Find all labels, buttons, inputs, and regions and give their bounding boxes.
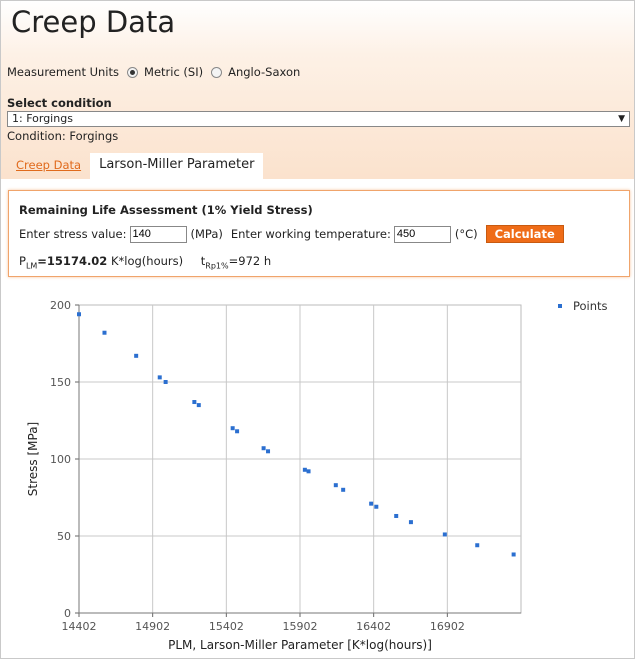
tab-creep-data[interactable]: Creep Data (7, 153, 90, 179)
data-point (306, 469, 311, 474)
y-axis-label: Stress [MPa] (26, 422, 40, 496)
plm-symbol: P (19, 254, 26, 268)
data-point (134, 353, 139, 358)
calculate-button[interactable]: Calculate (485, 225, 564, 243)
data-point (235, 429, 240, 434)
select-condition-label: Select condition (7, 96, 112, 110)
legend-label: Points (573, 299, 608, 313)
x-tick-label: 16402 (356, 620, 391, 633)
radio-metric-label[interactable]: Metric (SI) (144, 65, 203, 79)
x-tick-label: 14402 (62, 620, 97, 633)
header: Creep Data Measurement Units Metric (SI)… (1, 1, 634, 179)
x-tick-label: 14902 (135, 620, 170, 633)
data-point (261, 446, 266, 451)
data-point (157, 375, 162, 380)
temperature-unit: (°C) (454, 227, 478, 241)
x-axis-label: PLM, Larson-Miller Parameter [K*log(hour… (168, 638, 432, 652)
data-point (408, 520, 413, 525)
plm-unit: K*log(hours) (110, 254, 184, 268)
y-tick-label: 150 (50, 376, 71, 389)
data-point (196, 403, 201, 408)
plm-subscript: LM (25, 261, 38, 271)
data-point (192, 400, 197, 405)
data-point (266, 449, 271, 454)
temperature-label: Enter working temperature: (230, 227, 391, 241)
stress-unit: (MPa) (190, 227, 223, 241)
tab-bar: Creep Data Larson-Miller Parameter (7, 153, 264, 179)
t-subscript: Rp1% (205, 261, 229, 271)
legend-marker (558, 304, 562, 308)
x-tick-label: 15402 (209, 620, 244, 633)
x-tick-label: 15902 (283, 620, 318, 633)
data-point (230, 426, 235, 431)
stress-label: Enter stress value: (19, 227, 127, 241)
data-point (374, 504, 379, 509)
data-point (302, 467, 307, 472)
lmp-scatter-chart: 14402 14902 15402 15902 16402 16902 0 50 100 150 2… (26, 299, 608, 652)
y-tick-label: 50 (57, 530, 71, 543)
data-point (102, 330, 107, 335)
stress-input[interactable] (129, 225, 187, 243)
radio-anglo-saxon[interactable] (211, 66, 223, 78)
data-point (511, 552, 516, 557)
data-point (369, 501, 374, 506)
data-point (394, 513, 399, 518)
radio-anglo-saxon-label[interactable]: Anglo-Saxon (228, 65, 300, 79)
y-tick-label: 200 (50, 299, 71, 312)
units-label: Measurement Units (7, 65, 120, 79)
assessment-result: PLM=15174.02 K*log(hours) tRp1%=972 h (19, 254, 271, 270)
radio-metric[interactable] (127, 66, 139, 78)
app-window: Creep Data Measurement Units Metric (SI)… (0, 0, 635, 659)
y-tick-label: 100 (50, 453, 71, 466)
y-tick-label: 0 (64, 607, 71, 620)
plm-value: =15174.02 (37, 254, 108, 268)
assessment-inputs: Enter stress value: (MPa) Enter working … (19, 225, 564, 243)
data-point (442, 532, 447, 537)
condition-label: Condition: (7, 129, 66, 143)
assessment-title: Remaining Life Assessment (1% Yield Stre… (19, 203, 313, 217)
measurement-units: Measurement Units Metric (SI) Anglo-Saxo… (7, 65, 300, 79)
x-tick-label: 16902 (430, 620, 465, 633)
condition-select[interactable]: 1: Forgings ▼ (7, 111, 630, 127)
page-title: Creep Data (11, 5, 176, 39)
tab-larson-miller[interactable]: Larson-Miller Parameter (90, 153, 264, 179)
data-point (341, 487, 346, 492)
data-point (163, 380, 168, 384)
data-point (333, 483, 338, 488)
t-value: =972 h (228, 254, 272, 268)
condition-value: Forgings (69, 129, 119, 143)
data-point (77, 312, 81, 317)
condition-display: Condition: Forgings (7, 129, 118, 143)
assessment-panel: Remaining Life Assessment (1% Yield Stre… (8, 190, 630, 277)
dropdown-arrow-icon[interactable]: ▼ (618, 113, 625, 125)
temperature-input[interactable] (393, 225, 451, 243)
condition-select-value: 1: Forgings (12, 112, 73, 125)
data-point (475, 543, 480, 548)
